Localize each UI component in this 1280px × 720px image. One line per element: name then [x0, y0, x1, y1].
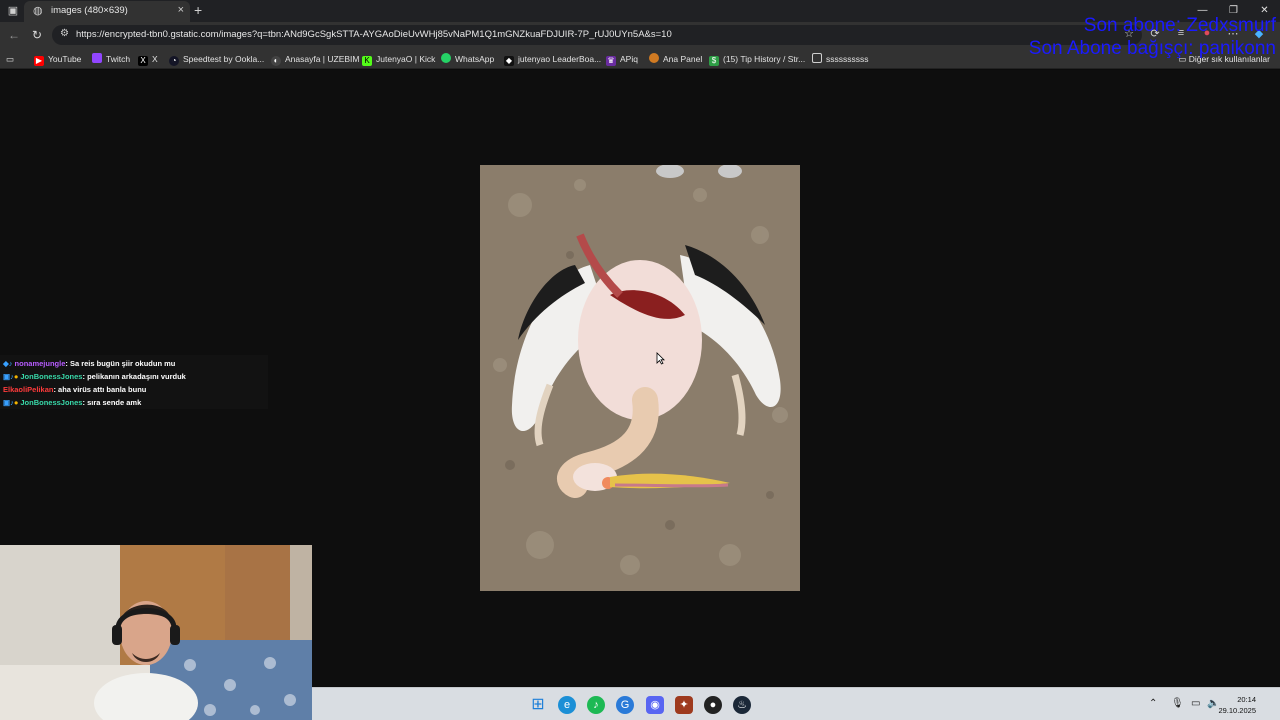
- tab-title: images (480×639): [51, 5, 128, 16]
- browser-icon[interactable]: G: [616, 696, 634, 714]
- leaderboard-icon: ◆: [504, 56, 514, 66]
- stream-overlay: Son abone: Zedxsmurf Son Abone bağışçı: …: [1029, 14, 1276, 60]
- twitch-icon: [92, 53, 102, 63]
- chat-username: JonBonessJones: [20, 372, 83, 381]
- taskbar: ⊞ e ♪ G ◉ ✦ ● ♨ ⌃ 🎙 ▭ 🔈 20:14 29.10.2025: [312, 687, 1280, 720]
- chat-message: ▣♪● JonBonessJones: pelikanın arkadaşını …: [3, 372, 186, 381]
- whatsapp-icon: [441, 53, 451, 63]
- last-subscriber: Son abone: Zedxsmurf: [1083, 15, 1276, 36]
- bookmark-speedtest[interactable]: ◔ Speedtest by Ookla...: [169, 52, 264, 66]
- screen: ▣ ◍ images (480×639) × + — ❐ ✕ ← ↻ ⚙ htt…: [0, 0, 1280, 720]
- back-icon[interactable]: ←: [6, 27, 22, 43]
- edge-icon[interactable]: e: [558, 696, 576, 714]
- chat-username: ElkaoliPelikan: [3, 385, 54, 394]
- clock-time: 20:14: [1237, 695, 1256, 704]
- chat-username: nonamejungle: [14, 359, 66, 368]
- tab-actions-icon[interactable]: ▣: [4, 3, 22, 19]
- site-info-icon[interactable]: ⚙: [60, 28, 69, 39]
- clock-date: 29.10.2025: [1218, 706, 1256, 715]
- youtube-icon: ▶: [34, 56, 44, 66]
- chat-text: : sıra sende amk: [82, 398, 142, 407]
- display-icon[interactable]: ▭: [1191, 698, 1200, 709]
- bookmark-leaderboard[interactable]: ◆ jutenyao LeaderBoa...: [504, 52, 601, 66]
- new-tab-button[interactable]: +: [194, 2, 202, 18]
- uzebim-icon: ◐: [271, 56, 281, 66]
- microphone-icon[interactable]: 🎙: [1171, 698, 1184, 709]
- globe-icon: ◍: [33, 5, 43, 17]
- bookmark-tip-history[interactable]: $ (15) Tip History / Str...: [709, 52, 805, 66]
- address-bar[interactable]: ⚙ https://encrypted-tbn0.gstatic.com/ima…: [52, 25, 1142, 45]
- bookmark-whatsapp[interactable]: WhatsApp: [441, 52, 494, 66]
- tab-active[interactable]: ◍ images (480×639) ×: [24, 1, 190, 22]
- tab-close-icon[interactable]: ×: [178, 4, 184, 16]
- speedtest-icon: ◔: [169, 56, 179, 66]
- last-sub-donor: Son Abone bağışçı: panikonn: [1028, 38, 1276, 59]
- bookmark-folder[interactable]: ssssssssss: [812, 52, 869, 66]
- bookmark-kick[interactable]: K JutenyaO | Kick: [362, 52, 435, 66]
- folder-icon: [812, 53, 822, 63]
- url-text: https://encrypted-tbn0.gstatic.com/image…: [76, 29, 672, 40]
- game-icon[interactable]: ✦: [675, 696, 693, 714]
- spotify-icon[interactable]: ♪: [587, 696, 605, 714]
- pelican-photo-svg: [480, 165, 800, 591]
- tip-icon: $: [709, 56, 719, 66]
- start-icon[interactable]: ⊞: [529, 696, 547, 714]
- bookmark-youtube[interactable]: ▶ YouTube: [34, 52, 81, 66]
- steam-icon[interactable]: ♨: [733, 696, 751, 714]
- kick-icon: K: [362, 56, 372, 66]
- chat-text: : aha virüs attı banla bunu: [53, 385, 147, 394]
- webcam-feed: [0, 545, 312, 720]
- panel-icon: [649, 53, 659, 63]
- bookmark-apiq[interactable]: ♛ APiq: [606, 52, 638, 66]
- discord-icon[interactable]: ◉: [646, 696, 664, 714]
- chat-text: : Sa reis bugün şiir okudun mu: [65, 359, 176, 368]
- system-clock[interactable]: 20:14 29.10.2025: [1218, 694, 1256, 716]
- chat-username: JonBonessJones: [20, 398, 83, 407]
- bookmark-twitch[interactable]: Twitch: [92, 52, 130, 66]
- x-icon: X: [138, 56, 148, 66]
- chat-message: ◆♪ nonamejungle: Sa reis bugün şiir okudu…: [3, 359, 175, 368]
- apiq-icon: ♛: [606, 56, 616, 66]
- pelican-image[interactable]: [480, 165, 800, 591]
- chat-message: ElkaoliPelikan: aha virüs attı banla bun…: [3, 385, 146, 394]
- webcam-svg: [0, 545, 312, 720]
- chat-badge-icon: ▣♪●: [3, 372, 19, 381]
- refresh-icon[interactable]: ↻: [29, 27, 45, 43]
- chat-badge-icon: ◆♪: [3, 359, 13, 368]
- stream-chat: ◆♪ nonamejungle: Sa reis bugün şiir okudu…: [0, 355, 268, 409]
- bookmark-x[interactable]: XX: [138, 52, 158, 66]
- bookmark-uzebim[interactable]: ◐ Anasayfa | UZEBIM: [271, 52, 359, 66]
- chat-message: ▣♪● JonBonessJones: sıra sende amk: [3, 398, 141, 407]
- bookmark-ana-panel[interactable]: Ana Panel: [649, 52, 702, 66]
- app-icon[interactable]: ●: [704, 696, 722, 714]
- chat-badge-icon: ▣♪●: [3, 398, 19, 407]
- bookmarks-menu-icon[interactable]: ▭: [6, 52, 14, 66]
- mouse-cursor-icon: [656, 352, 665, 365]
- tray-chevron-icon[interactable]: ⌃: [1149, 698, 1157, 709]
- chat-text: : pelikanın arkadaşını vurduk: [82, 372, 186, 381]
